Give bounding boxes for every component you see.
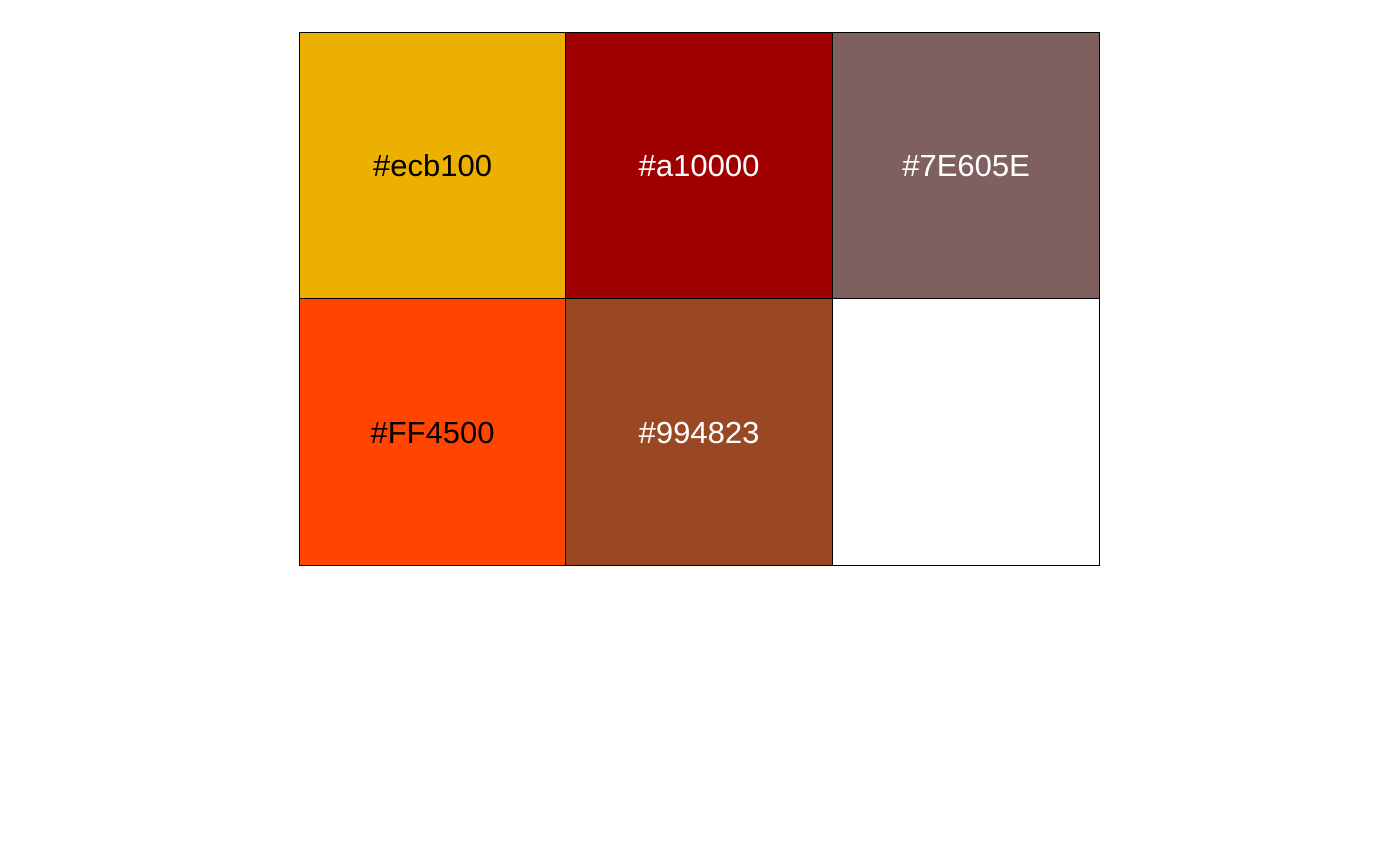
- swatch-label: #7E605E: [902, 148, 1030, 183]
- swatch-empty: [832, 298, 1100, 566]
- swatch-label: #ecb100: [373, 148, 492, 183]
- swatch-label: #994823: [638, 414, 760, 450]
- color-palette-grid: #ecb100 #a10000 #7E605E #FF4500 #994823: [299, 32, 1100, 566]
- swatch-ecb100: #ecb100: [299, 32, 566, 299]
- swatch-ff4500: #FF4500: [299, 298, 566, 566]
- swatch-994823: #994823: [565, 298, 833, 566]
- swatch-a10000: #a10000: [565, 32, 833, 299]
- swatch-label: #FF4500: [370, 414, 495, 450]
- swatch-7e605e: #7E605E: [832, 32, 1100, 299]
- swatch-label: #a10000: [638, 148, 760, 183]
